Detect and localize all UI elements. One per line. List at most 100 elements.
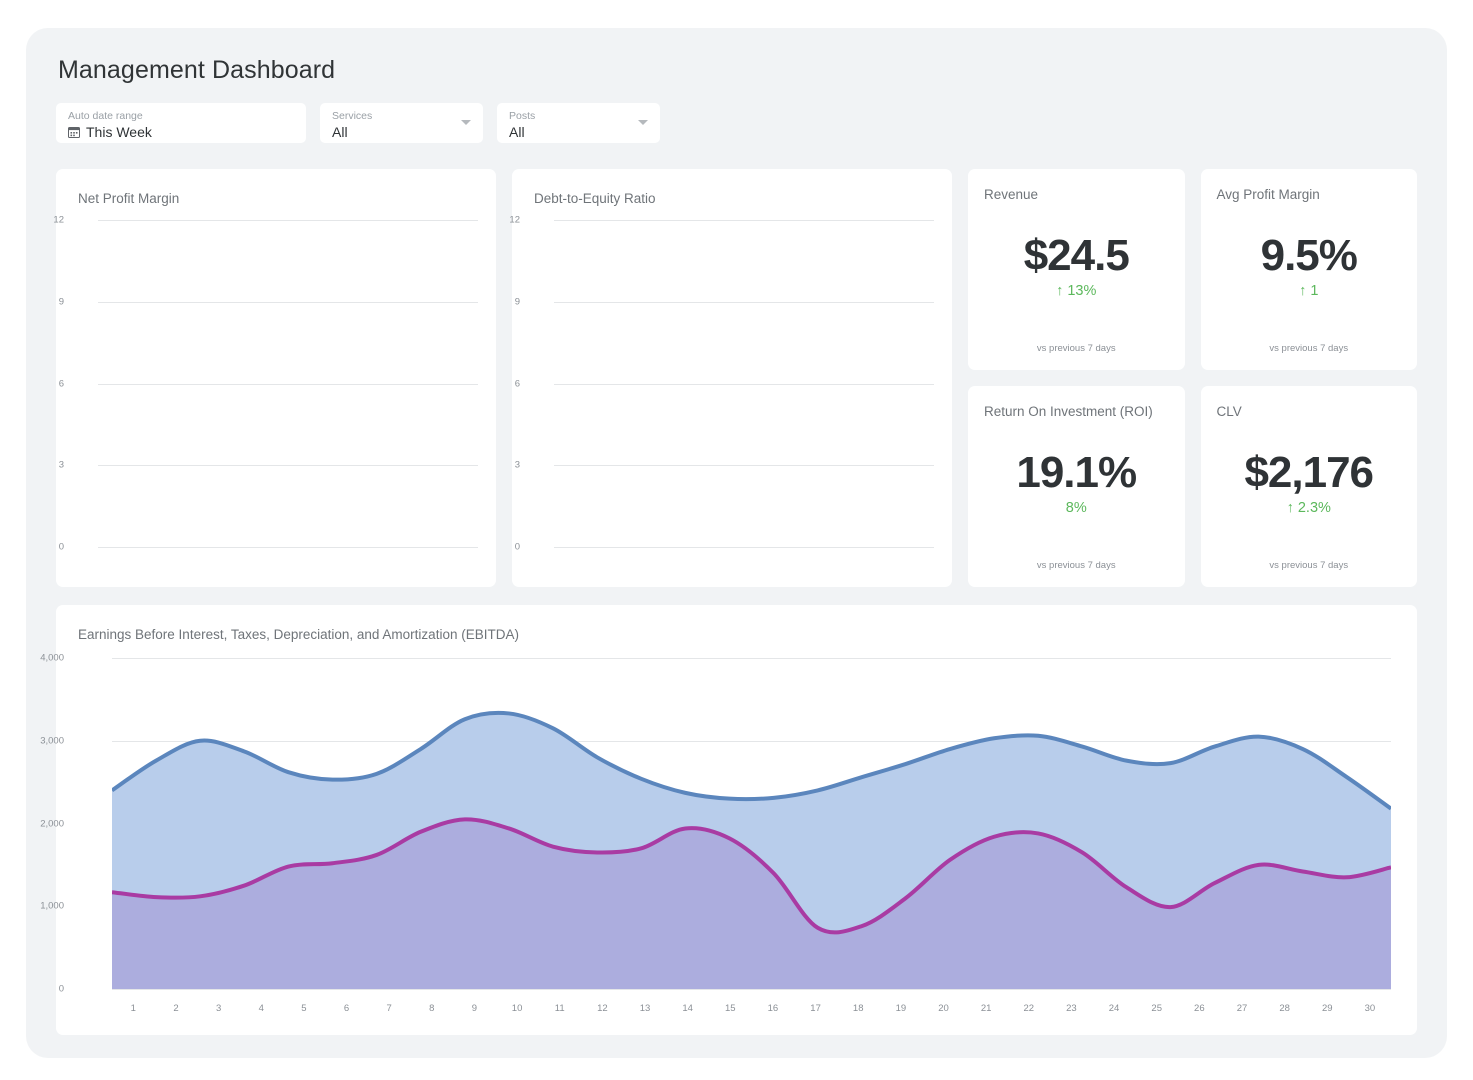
kpi-footer: vs previous 7 days	[984, 560, 1169, 571]
y-tick-label: 9	[59, 296, 64, 307]
ebitda-card: Earnings Before Interest, Taxes, Depreci…	[56, 605, 1417, 1035]
y-tick-label: 12	[53, 215, 64, 226]
dashboard-container: Management Dashboard Auto date range	[26, 28, 1447, 1058]
debt-to-equity-card: Debt-to-Equity Ratio 036912	[512, 169, 952, 587]
x-tick-label: 16	[752, 1003, 795, 1014]
x-tick-label: 24	[1093, 1003, 1136, 1014]
x-tick-label: 19	[880, 1003, 923, 1014]
net-profit-margin-card: Net Profit Margin 036912	[56, 169, 496, 587]
y-tick-label: 0	[59, 542, 64, 553]
x-tick-label: 8	[410, 1003, 453, 1014]
bar-slot[interactable]	[225, 220, 288, 547]
bar-slot[interactable]	[681, 220, 744, 547]
x-tick-label: 2	[155, 1003, 198, 1014]
x-tick-label: 4	[240, 1003, 283, 1014]
x-tick-label: 6	[325, 1003, 368, 1014]
date-range-value-row: This Week	[68, 123, 294, 141]
y-axis: 01,0002,0003,0004,000	[70, 658, 112, 989]
x-axis: 1234567891011121314151617181920212223242…	[112, 995, 1391, 1021]
bottom-row: Earnings Before Interest, Taxes, Depreci…	[56, 605, 1417, 1035]
x-tick-label: 3	[197, 1003, 240, 1014]
ebitda-chart: 01,0002,0003,0004,000 123456789101112131…	[70, 658, 1399, 1023]
y-tick-label: 3,000	[40, 735, 64, 746]
kpi-grid: Revenue $24.5 ↑ 13% vs previous 7 days A…	[968, 169, 1417, 587]
bar-slot[interactable]	[554, 220, 617, 547]
debt-to-equity-chart: 036912	[526, 220, 934, 571]
date-range-filter[interactable]: Auto date range This Week	[56, 103, 306, 143]
kpi-title: Avg Profit Margin	[1217, 187, 1402, 202]
y-axis: 036912	[70, 220, 98, 547]
bar-group	[554, 220, 934, 547]
x-tick-label: 11	[538, 1003, 581, 1014]
ebitda-title: Earnings Before Interest, Taxes, Depreci…	[78, 627, 1399, 642]
y-tick-label: 12	[509, 215, 520, 226]
x-tick-label: 10	[496, 1003, 539, 1014]
x-tick-label: 21	[965, 1003, 1008, 1014]
page-root: Management Dashboard Auto date range	[0, 0, 1473, 1080]
x-tick-label: 25	[1135, 1003, 1178, 1014]
gridline	[98, 547, 478, 548]
x-tick-label: 18	[837, 1003, 880, 1014]
bar-slot[interactable]	[98, 220, 161, 547]
x-tick-label: 20	[922, 1003, 965, 1014]
calendar-icon	[68, 126, 80, 138]
x-tick-label: 1	[112, 1003, 155, 1014]
y-tick-label: 6	[515, 378, 520, 389]
filter-bar: Auto date range This Week	[56, 103, 1417, 143]
kpi-footer: vs previous 7 days	[1217, 343, 1402, 354]
kpi-title: CLV	[1217, 404, 1402, 419]
area-series-group	[112, 658, 1391, 989]
bar-slot[interactable]	[161, 220, 224, 547]
x-tick-label: 23	[1050, 1003, 1093, 1014]
gridline	[112, 989, 1391, 990]
x-tick-label: 22	[1007, 1003, 1050, 1014]
x-tick-label: 28	[1263, 1003, 1306, 1014]
x-tick-label: 27	[1221, 1003, 1264, 1014]
bar-slot[interactable]	[415, 220, 478, 547]
services-value: All	[332, 123, 348, 141]
bar-slot[interactable]	[807, 220, 870, 547]
x-tick-label: 7	[368, 1003, 411, 1014]
services-filter[interactable]: Services All	[320, 103, 483, 143]
bar-slot[interactable]	[288, 220, 351, 547]
page-title: Management Dashboard	[58, 56, 1417, 85]
bar-slot[interactable]	[617, 220, 680, 547]
x-tick-label: 14	[666, 1003, 709, 1014]
y-tick-label: 3	[59, 460, 64, 471]
kpi-value: 19.1%	[1016, 447, 1136, 499]
x-tick-label: 26	[1178, 1003, 1221, 1014]
x-tick-label: 17	[794, 1003, 837, 1014]
kpi-card-roi: Return On Investment (ROI) 19.1% 8% vs p…	[968, 386, 1185, 587]
kpi-footer: vs previous 7 days	[1217, 560, 1402, 571]
kpi-card-revenue: Revenue $24.5 ↑ 13% vs previous 7 days	[968, 169, 1185, 370]
kpi-card-clv: CLV $2,176 ↑ 2.3% vs previous 7 days	[1201, 386, 1418, 587]
y-tick-label: 2,000	[40, 818, 64, 829]
kpi-delta: ↑ 13%	[1056, 283, 1096, 299]
posts-filter[interactable]: Posts All	[497, 103, 660, 143]
bar-slot[interactable]	[351, 220, 414, 547]
debt-to-equity-title: Debt-to-Equity Ratio	[534, 191, 934, 206]
bar-group	[98, 220, 478, 547]
gridline	[554, 547, 934, 548]
kpi-value: $2,176	[1244, 447, 1373, 499]
x-tick-label: 5	[283, 1003, 326, 1014]
x-tick-label: 29	[1306, 1003, 1349, 1014]
y-tick-label: 0	[59, 984, 64, 995]
x-tick-label: 13	[624, 1003, 667, 1014]
y-tick-label: 6	[59, 378, 64, 389]
kpi-card-avg-profit-margin: Avg Profit Margin 9.5% ↑ 1 vs previous 7…	[1201, 169, 1418, 370]
chevron-down-icon[interactable]	[638, 120, 648, 125]
kpi-delta: ↑ 2.3%	[1287, 500, 1331, 516]
kpi-delta: 8%	[1066, 500, 1087, 516]
kpi-title: Return On Investment (ROI)	[984, 404, 1169, 419]
kpi-value: 9.5%	[1261, 230, 1357, 282]
date-range-value: This Week	[86, 123, 152, 141]
bar-slot[interactable]	[871, 220, 934, 547]
bar-slot[interactable]	[744, 220, 807, 547]
plot-area	[98, 220, 478, 547]
chevron-down-icon[interactable]	[461, 120, 471, 125]
kpi-footer: vs previous 7 days	[984, 343, 1169, 354]
date-range-label: Auto date range	[68, 110, 294, 123]
top-row: Net Profit Margin 036912 Debt-to-Equity …	[56, 169, 1417, 587]
posts-label: Posts	[509, 110, 648, 123]
